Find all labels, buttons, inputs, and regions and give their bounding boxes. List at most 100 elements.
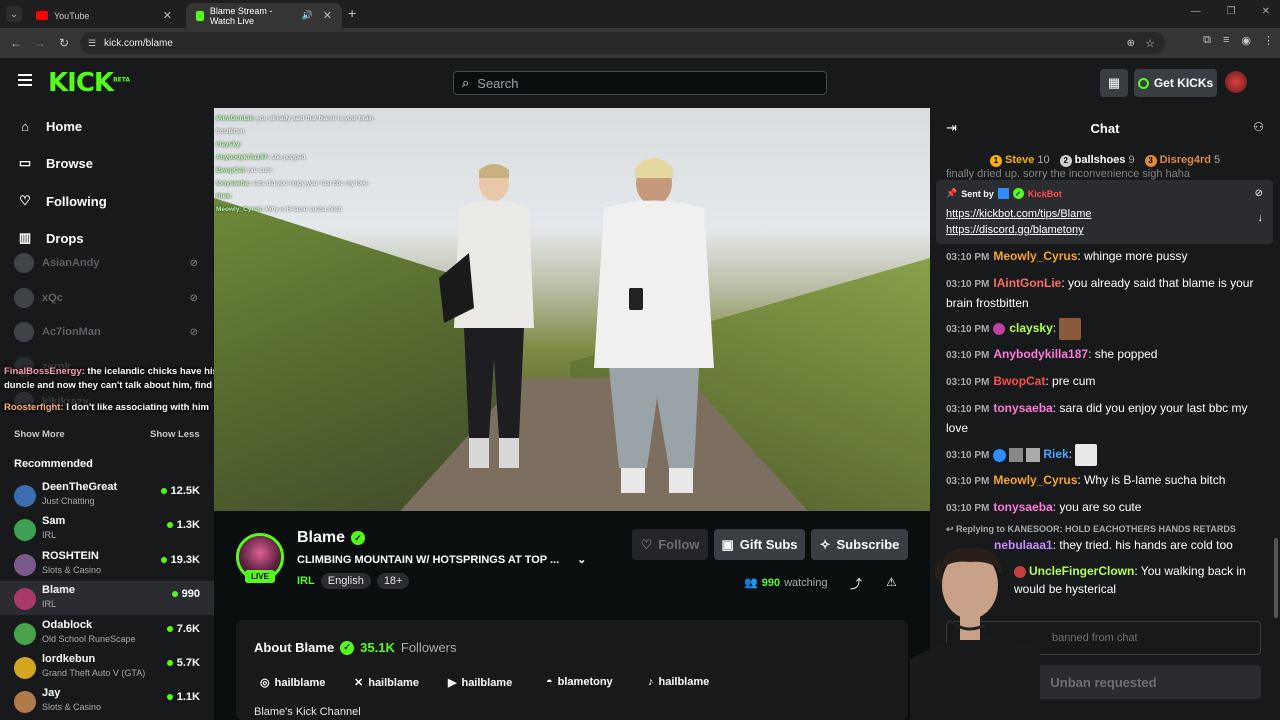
search-icon: ⌕ <box>462 75 470 90</box>
back-icon[interactable]: ← <box>4 36 28 50</box>
followed-channel[interactable]: Ac7ionMan <box>14 321 101 343</box>
live-dot-icon <box>166 522 173 528</box>
chat-message: 03:10 PM BwopCat: pre cum <box>946 374 1096 388</box>
live-dot-icon <box>166 626 173 632</box>
avatar <box>14 623 36 645</box>
kick-header: KICKBETA ⌕ Search ▦ Get KICKs <box>0 58 1280 108</box>
person-in-puffer-jacket <box>594 158 714 493</box>
zoom-icon[interactable]: ⊕ <box>1127 38 1135 49</box>
chat-message: 03:10 PM Anybodykilla187: she popped <box>946 347 1158 361</box>
chat-users-icon[interactable]: ⚇ <box>1253 120 1264 134</box>
tag[interactable]: English <box>320 573 371 589</box>
chat-message: 03:10 PM tonysaeba: you are so cute <box>946 500 1142 514</box>
get-kicks-button[interactable]: Get KICKs <box>1134 69 1217 97</box>
recommended-channel[interactable]: Odablock Old School RuneScape 7.6K <box>0 616 214 650</box>
sidebar-item-home[interactable]: ⌂ Home <box>18 115 82 137</box>
minimize-icon[interactable]: — <box>1191 6 1201 17</box>
moderator-badge-icon <box>997 188 1009 199</box>
gifter-rank-1[interactable]: 1 Steve 10 <box>990 154 1050 167</box>
bookmark-star-icon[interactable]: ☆ <box>1145 37 1155 50</box>
webcam-overlay <box>910 547 1040 720</box>
expand-pin-icon[interactable]: ↓ <box>1258 212 1264 224</box>
reply-context: ↩ Replying to KANESOOR: HOLD EACHOTHERS … <box>946 524 1236 534</box>
media-queue-icon[interactable]: ≡ <box>1223 34 1229 47</box>
heart-icon: ♡ <box>640 536 653 552</box>
menu-dots-icon[interactable]: ⋮ <box>1263 34 1274 47</box>
recommended-channel[interactable]: Sam IRL 1.3K <box>0 512 214 546</box>
social-link-tiktok[interactable]: ♪ hailblame <box>648 676 709 688</box>
show-less-button[interactable]: Show Less <box>150 429 200 440</box>
hide-pin-icon[interactable]: ⊘ <box>1255 188 1263 199</box>
search-input[interactable]: ⌕ Search <box>453 71 827 95</box>
chat-message: 03:10 PM Meowly_Cyrus: whinge more pussy <box>946 249 1188 263</box>
social-link-x[interactable]: ✕ hailblame <box>354 676 419 690</box>
gift-subs-button[interactable]: ▣ Gift Subs <box>714 529 805 560</box>
chat-message: 03:10 PM claysky: <box>946 318 1266 340</box>
kick-logo[interactable]: KICKBETA <box>48 68 130 98</box>
pinned-link[interactable]: https://kickbot.com/tips/Blame <box>946 208 1092 220</box>
social-link-youtube[interactable]: ▶ hailblame <box>448 676 512 690</box>
audio-playing-icon[interactable]: 🔊 <box>302 10 313 21</box>
chat-message: UncleFingerClown: You walking back in wo… <box>1014 564 1246 596</box>
youtube-icon: ▶ <box>448 677 457 689</box>
recommended-channel[interactable]: ROSHTEIN Slots & Casino 19.3K <box>0 547 214 581</box>
avatar <box>14 691 36 713</box>
x-icon: ✕ <box>354 677 364 689</box>
followed-channel[interactable]: xQc <box>14 287 63 309</box>
tag[interactable]: 18+ <box>376 573 410 589</box>
forward-icon[interactable]: → <box>28 36 52 50</box>
star-icon: ✧ <box>819 536 831 552</box>
emote-icon <box>1059 318 1082 340</box>
recommended-channel[interactable]: Blame IRL 990 <box>0 581 214 615</box>
pinned-link[interactable]: https://discord.gg/blametony <box>946 224 1084 236</box>
maximize-icon[interactable]: ❐ <box>1227 6 1236 17</box>
sidebar-item-browse[interactable]: ▭ Browse <box>18 152 93 174</box>
video-player[interactable]: IAintGonLie: you already said that blame… <box>214 108 930 511</box>
sidebar-item-drops[interactable]: ▥ Drops <box>18 227 84 249</box>
gifter-rank-2[interactable]: 2 ballshoes 9 <box>1059 154 1135 167</box>
chat-message: 03:10 PM Meowly_Cyrus: Why is B-lame such… <box>946 473 1226 487</box>
channel-name[interactable]: Blame ✓ <box>297 529 366 547</box>
gifter-rank-3[interactable]: 3 Disreg4rd 5 <box>1144 154 1220 167</box>
home-icon: ⌂ <box>21 118 29 134</box>
tab-search-icon[interactable]: ⌄ <box>6 6 22 22</box>
chat-scrollbar[interactable] <box>1274 538 1278 618</box>
chevron-down-icon[interactable]: ⌄ <box>577 553 586 566</box>
recommended-channel[interactable]: lordkebun Grand Theft Auto V (GTA) 5.7K <box>0 650 214 684</box>
close-tab-icon[interactable]: ✕ <box>323 9 332 22</box>
social-link-discord[interactable]: ◓ blametony <box>546 676 613 688</box>
category-link[interactable]: IRL <box>297 575 315 587</box>
user-avatar[interactable] <box>1225 71 1247 93</box>
avatar <box>14 657 36 679</box>
sidebar: ⌂ Home ▭ Browse ♡ Following ▥ Drops AsianAnd… <box>0 108 257 720</box>
extensions-icon[interactable]: ⧉ <box>1203 34 1211 47</box>
badge-icon <box>1009 448 1024 462</box>
reload-icon[interactable]: ↻ <box>52 36 76 50</box>
layout-toggle-button[interactable]: ▦ <box>1100 69 1128 97</box>
chat-message: 03:10 PM Riek: <box>946 444 1266 466</box>
browser-toolbar-icons: ⧉ ≡ ◉ ⋮ <box>1203 34 1274 47</box>
chat-message: 03:10 PM IAintGonLie: you already said th… <box>946 276 1254 310</box>
site-info-icon[interactable]: ☰ <box>88 38 96 49</box>
avatar <box>14 253 34 273</box>
browser-tab-blame[interactable]: Blame Stream - Watch Live 🔊 ✕ <box>186 3 342 28</box>
hamburger-menu-icon[interactable] <box>18 74 32 86</box>
show-more-button[interactable]: Show More <box>14 429 65 440</box>
avatar <box>14 322 34 342</box>
followed-channel[interactable]: AsianAndy <box>14 252 99 274</box>
url-field[interactable]: ☰ kick.com/blame ⊕ ☆ <box>80 32 1165 54</box>
sidebar-item-following[interactable]: ♡ Following <box>18 190 106 212</box>
avatar <box>14 288 34 308</box>
report-icon[interactable]: ⚠ <box>886 575 897 589</box>
new-tab-button[interactable]: + <box>348 5 356 21</box>
subscribe-button[interactable]: ✧ Subscribe <box>811 529 908 560</box>
recommended-channel[interactable]: Jay Slots & Casino 1.1K <box>0 684 214 718</box>
follow-button[interactable]: ♡ Follow <box>632 529 708 560</box>
close-window-icon[interactable]: ✕ <box>1262 6 1270 17</box>
share-icon[interactable]: ⤴ <box>850 575 862 592</box>
recommended-channel[interactable]: DeenTheGreat Just Chatting 12.5K <box>0 478 214 512</box>
profile-icon[interactable]: ◉ <box>1241 34 1251 47</box>
browser-tab-youtube[interactable]: YouTube ✕ <box>26 3 182 28</box>
close-tab-icon[interactable]: ✕ <box>163 9 172 22</box>
social-link-instagram[interactable]: ◎ hailblame <box>260 676 325 690</box>
